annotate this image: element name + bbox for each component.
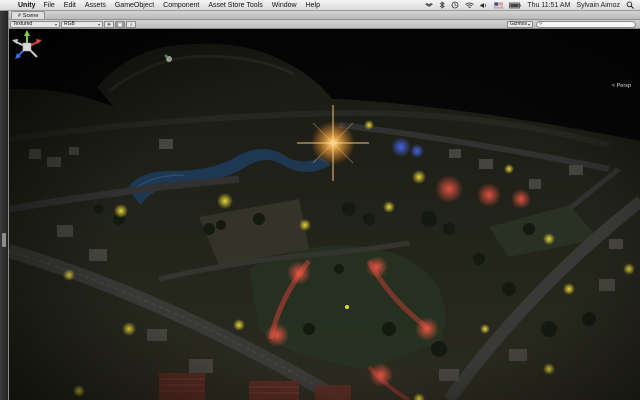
bluetooth-icon[interactable]: [439, 1, 445, 9]
audio-toggle[interactable]: ♪: [126, 20, 136, 28]
scene-lighting-toggle[interactable]: ☀: [104, 20, 114, 28]
menu-edit[interactable]: Edit: [64, 2, 76, 9]
scene-tab-icon: #: [18, 12, 21, 19]
time-machine-icon[interactable]: [451, 1, 459, 9]
orientation-gizmo[interactable]: [9, 29, 45, 75]
scene-fx-toggle[interactable]: ▣: [115, 20, 125, 28]
menu-file[interactable]: File: [44, 2, 55, 9]
volume-icon[interactable]: [480, 2, 488, 9]
draw-mode-dropdown[interactable]: Textured ▾: [10, 20, 60, 28]
tab-scene[interactable]: # Scene: [11, 11, 46, 19]
clock[interactable]: Thu 11:51 AM: [527, 2, 570, 9]
menu-component[interactable]: Component: [163, 2, 199, 9]
menu-gameobject[interactable]: GameObject: [115, 2, 154, 9]
scene-render: [9, 29, 640, 400]
tab-scene-label: Scene: [22, 12, 39, 19]
render-mode-dropdown[interactable]: RGB ▾: [61, 20, 103, 28]
menu-help[interactable]: Help: [306, 2, 320, 9]
scene-search-field[interactable]: ⚲: [536, 20, 636, 28]
menu-window[interactable]: Window: [272, 2, 297, 9]
dropbox-icon[interactable]: [425, 2, 434, 9]
menu-bar: Unity File Edit Assets GameObject Compon…: [0, 0, 640, 11]
tab-bar: # Scene: [9, 11, 640, 20]
chevron-down-icon: ▾: [54, 21, 57, 27]
battery-icon[interactable]: [509, 2, 522, 9]
chevron-down-icon: ▾: [97, 21, 100, 27]
wifi-icon[interactable]: [465, 2, 475, 9]
flag-icon[interactable]: [494, 1, 504, 9]
chevron-down-icon: ▾: [527, 21, 530, 27]
view-mode-label[interactable]: < Persp: [612, 83, 631, 89]
scene-window: # Scene Textured ▾ RGB ▾ ☀ ▣ ♪ Gizmos ▾ …: [8, 11, 640, 400]
left-dock-edge: [0, 11, 8, 400]
scene-toolbar: Textured ▾ RGB ▾ ☀ ▣ ♪ Gizmos ▾ ⚲: [9, 20, 640, 29]
resize-handle[interactable]: [2, 233, 6, 247]
menu-app-name[interactable]: Unity: [18, 2, 36, 9]
user-name[interactable]: Sylvain Aimoz: [576, 2, 620, 9]
render-mode-value: RGB: [64, 21, 75, 27]
menu-extras: Thu 11:51 AM Sylvain Aimoz: [425, 1, 634, 9]
draw-mode-value: Textured: [13, 21, 33, 27]
search-icon: ⚲: [539, 20, 543, 27]
menu-asset-store-tools[interactable]: Asset Store Tools: [208, 2, 262, 9]
scene-viewport[interactable]: < Persp: [9, 29, 640, 400]
menu-assets[interactable]: Assets: [85, 2, 106, 9]
view-mode-text: Persp: [616, 83, 631, 89]
persp-icon: <: [611, 83, 616, 89]
gizmos-dropdown[interactable]: Gizmos ▾: [507, 20, 533, 28]
gizmos-label: Gizmos: [510, 21, 527, 27]
spotlight-icon[interactable]: [626, 1, 634, 9]
